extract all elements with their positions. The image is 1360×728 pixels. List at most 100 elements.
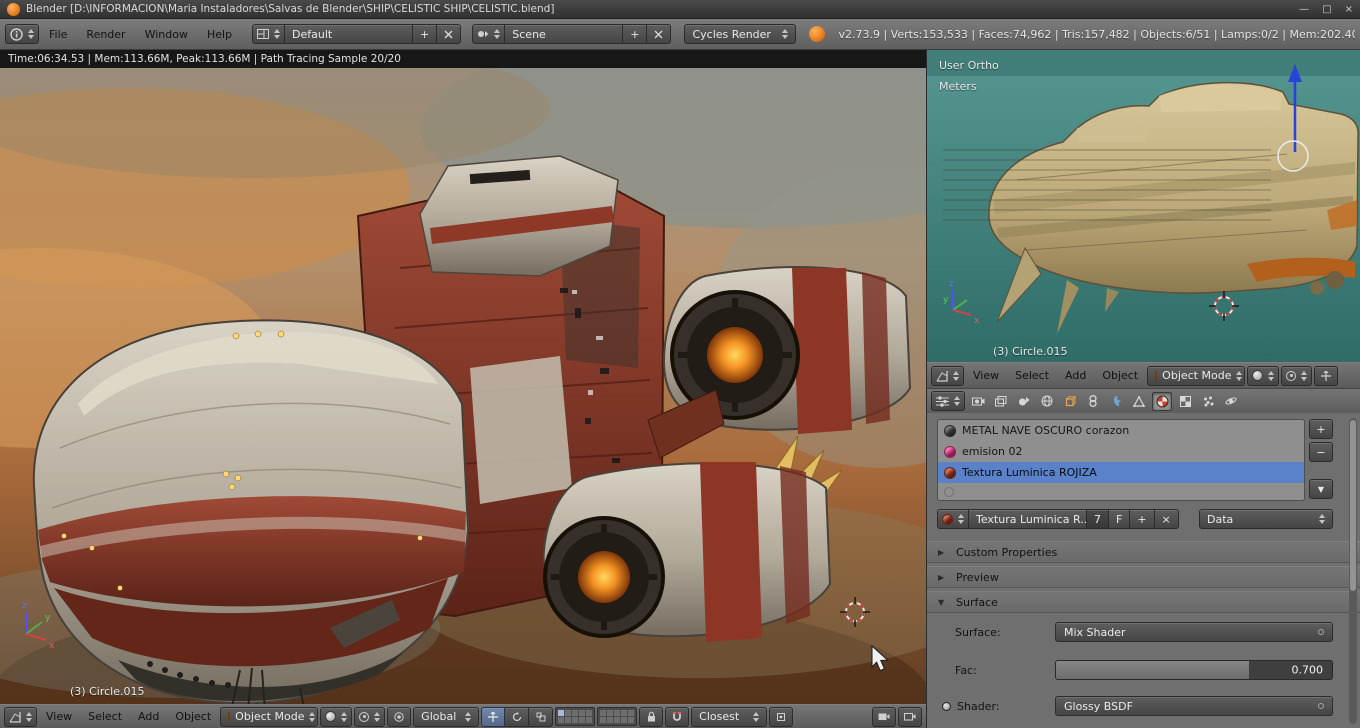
snap-toggle[interactable]	[665, 706, 690, 727]
layers-widget-left[interactable]	[555, 707, 596, 726]
scene-browse-button[interactable]	[472, 24, 506, 44]
pivot-point-select[interactable]	[354, 706, 386, 727]
editor-type-button[interactable]	[931, 365, 964, 386]
scene-delete-button[interactable]	[647, 24, 672, 44]
rotate-manipulator-button[interactable]	[505, 706, 530, 727]
new-material-button[interactable]: +	[1130, 509, 1155, 529]
screen-layout-browse-button[interactable]	[252, 24, 286, 44]
surface-shader-select[interactable]: Mix Shader	[1055, 622, 1333, 642]
pivot-point-select[interactable]	[1281, 365, 1313, 386]
menu-help[interactable]: Help	[198, 25, 241, 44]
tab-scene[interactable]	[1014, 392, 1034, 411]
minimize-button[interactable]: —	[1299, 4, 1309, 15]
surface-field-row: Surface: Mix Shader	[937, 622, 1333, 642]
unlink-material-button[interactable]: ×	[1154, 509, 1179, 529]
screen-layout-name-field[interactable]: Default	[285, 24, 414, 44]
remove-material-slot-button[interactable]: −	[1309, 442, 1333, 462]
material-slot-row-selected[interactable]: Textura Luminica ROJIZA	[938, 462, 1304, 483]
dropdown-arrows-icon	[26, 711, 32, 722]
tab-render[interactable]	[968, 392, 988, 411]
maximize-button[interactable]: □	[1322, 4, 1331, 15]
mode-select[interactable]: Object Mode	[220, 706, 319, 727]
menu-window[interactable]: Window	[136, 25, 197, 44]
pivot-align-icon	[394, 711, 404, 722]
scene-name-field[interactable]: Scene	[505, 24, 624, 44]
tab-physics[interactable]	[1221, 392, 1241, 411]
snap-target-button[interactable]	[769, 706, 794, 727]
dropdown-arrows-icon	[309, 711, 316, 722]
dropdown-arrows-icon	[494, 29, 501, 39]
menu-render[interactable]: Render	[77, 25, 134, 44]
panel-preview[interactable]: ▶ Preview	[927, 566, 1360, 588]
physics-icon	[1225, 397, 1237, 405]
material-name-field[interactable]: Textura Luminica R...	[969, 509, 1087, 529]
viewport-header-bar: View Select Add Object Object Mode Globa	[0, 704, 926, 728]
menu-object[interactable]: Object	[1095, 367, 1145, 384]
object-icon	[1065, 395, 1076, 406]
shader-select[interactable]: Glossy BSDF	[1055, 696, 1333, 716]
menu-select[interactable]: Select	[1008, 367, 1056, 384]
viewport-shading-select[interactable]	[1247, 365, 1280, 386]
fac-slider[interactable]: 0.700	[1055, 660, 1333, 680]
scene-tab-icon	[1019, 396, 1030, 405]
manipulator-toggle[interactable]	[1314, 365, 1339, 386]
camera-icon	[878, 713, 890, 720]
close-button[interactable]: ×	[1345, 4, 1353, 15]
tab-modifiers[interactable]	[1106, 392, 1126, 411]
menu-view[interactable]: View	[966, 367, 1006, 384]
tab-world[interactable]	[1037, 392, 1057, 411]
opengl-render-anim-button[interactable]	[898, 706, 922, 727]
menu-object[interactable]: Object	[168, 708, 218, 725]
editor-type-button[interactable]	[4, 706, 37, 727]
menu-file[interactable]: File	[40, 25, 76, 44]
menu-add[interactable]: Add	[1058, 367, 1093, 384]
render-viewport[interactable]: z y x (3) Circle.015	[0, 68, 926, 704]
material-slot-name: METAL NAVE OSCURO corazon	[962, 424, 1130, 437]
panel-custom-properties[interactable]: ▶ Custom Properties	[927, 541, 1360, 563]
editor-type-button[interactable]	[931, 391, 965, 411]
snap-element-select[interactable]: Closest	[691, 706, 768, 727]
ortho-viewport[interactable]: zy x User Ortho Meters (3) Circle.015	[927, 50, 1360, 362]
expand-arrow-icon: ▶	[938, 547, 945, 557]
material-users-button[interactable]: 7	[1087, 509, 1109, 529]
render-engine-select[interactable]: Cycles Render	[684, 24, 797, 44]
viewport-shading-select[interactable]	[320, 706, 353, 727]
editor-type-button[interactable]	[5, 24, 39, 44]
menu-view[interactable]: View	[39, 708, 79, 725]
material-slot-row[interactable]: METAL NAVE OSCURO corazon	[938, 420, 1304, 441]
opengl-render-button[interactable]	[872, 706, 896, 727]
properties-scrollbar[interactable]	[1349, 418, 1357, 724]
tab-constraints[interactable]	[1083, 392, 1103, 411]
panel-surface[interactable]: ▼ Surface	[927, 591, 1360, 613]
translate-manipulator-button[interactable]	[481, 706, 506, 727]
tab-object-data[interactable]	[1129, 392, 1149, 411]
menu-add[interactable]: Add	[131, 708, 166, 725]
scene-add-button[interactable]: +	[623, 24, 648, 44]
material-link-select[interactable]: Data	[1199, 509, 1333, 529]
mode-select[interactable]: Object Mode	[1147, 365, 1246, 386]
lock-to-scene-toggle[interactable]	[639, 706, 664, 727]
add-material-slot-button[interactable]: +	[1309, 419, 1333, 439]
scrollbar-thumb[interactable]	[1350, 420, 1356, 592]
fake-user-button[interactable]: F	[1109, 509, 1131, 529]
screen-layout-delete-button[interactable]	[437, 24, 462, 44]
tab-render-layers[interactable]	[991, 392, 1011, 411]
pivot-align-toggle[interactable]	[387, 706, 412, 727]
transform-orientation-select[interactable]: Global	[413, 706, 480, 727]
tab-particles[interactable]	[1198, 392, 1218, 411]
material-specials-button[interactable]: ▼	[1309, 479, 1333, 499]
menu-select[interactable]: Select	[81, 708, 129, 725]
browse-material-button[interactable]	[937, 509, 969, 529]
screen-layout-add-button[interactable]: +	[413, 24, 438, 44]
view3d-editor-icon	[9, 711, 21, 723]
layers-widget-right[interactable]	[597, 707, 638, 726]
tab-texture[interactable]	[1175, 392, 1195, 411]
material-slot-row[interactable]: emision 02	[938, 441, 1304, 462]
scene-icon	[478, 31, 489, 37]
tab-object[interactable]	[1060, 392, 1080, 411]
material-slot-name: emision 02	[962, 445, 1023, 458]
tab-material[interactable]	[1152, 391, 1172, 411]
dropdown-arrows-icon	[753, 711, 760, 722]
scale-manipulator-button[interactable]	[529, 706, 554, 727]
render-icon	[971, 397, 984, 406]
